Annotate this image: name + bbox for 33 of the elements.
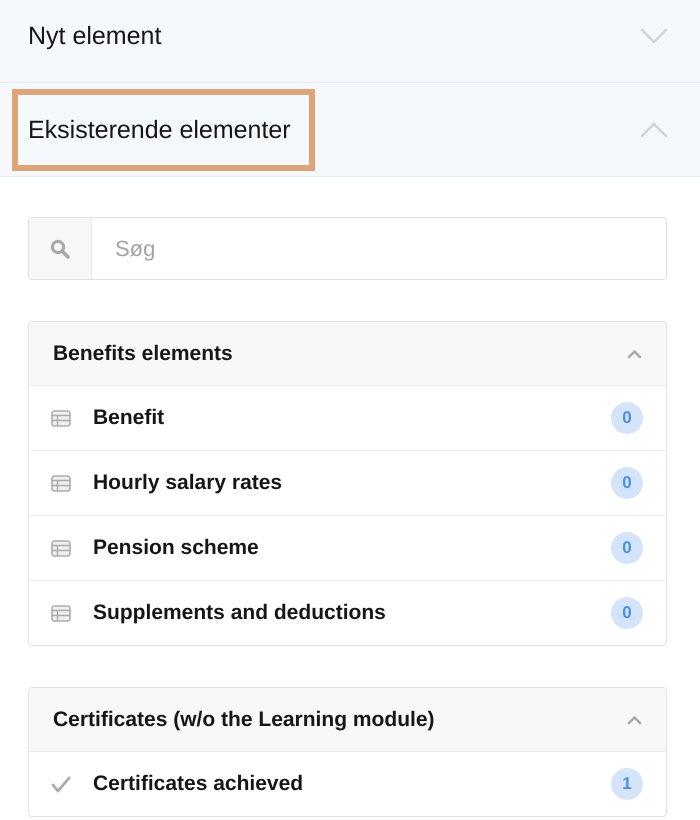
chevron-up-icon[interactable] <box>627 348 642 358</box>
chevron-up-icon[interactable] <box>640 122 668 138</box>
chevron-up-icon[interactable] <box>627 714 642 724</box>
count-badge: 1 <box>611 768 643 800</box>
group-header[interactable]: Certificates (w/o the Learning module) <box>29 688 666 752</box>
table-icon <box>51 474 71 492</box>
table-icon <box>51 604 71 622</box>
group-title: Benefits elements <box>53 342 233 366</box>
list-item[interactable]: Certificates achieved 1 <box>29 752 666 816</box>
accordion-header[interactable]: Nyt element <box>0 0 700 83</box>
table-icon <box>51 410 71 426</box>
list-item[interactable]: Pension scheme 0 <box>29 516 666 581</box>
count-badge: 0 <box>611 402 643 434</box>
item-label: Supplements and deductions <box>93 601 387 625</box>
list-item[interactable]: Hourly salary rates 0 <box>29 451 666 516</box>
checkmark-icon <box>51 776 71 792</box>
list-item[interactable]: Benefit 0 <box>29 386 666 451</box>
group-title: Certificates (w/o the Learning module) <box>53 708 435 732</box>
search-icon <box>50 238 70 258</box>
count-badge: 0 <box>611 467 643 499</box>
group-header[interactable]: Benefits elements <box>29 322 666 386</box>
item-label: Hourly salary rates <box>93 471 284 495</box>
accordion-header[interactable]: Eksisterende elementer <box>0 83 700 177</box>
section-title: Nyt element <box>27 21 162 52</box>
section-title: Eksisterende elementer <box>12 88 315 170</box>
item-label: Pension scheme <box>93 536 260 560</box>
count-badge: 0 <box>611 532 643 564</box>
list-item[interactable]: Supplements and deductions 0 <box>29 581 666 645</box>
item-label: Certificates achieved <box>93 772 304 796</box>
count-badge: 0 <box>611 597 643 629</box>
chevron-down-icon[interactable] <box>640 28 668 44</box>
table-icon <box>51 540 71 556</box>
item-label: Benefit <box>93 406 166 430</box>
